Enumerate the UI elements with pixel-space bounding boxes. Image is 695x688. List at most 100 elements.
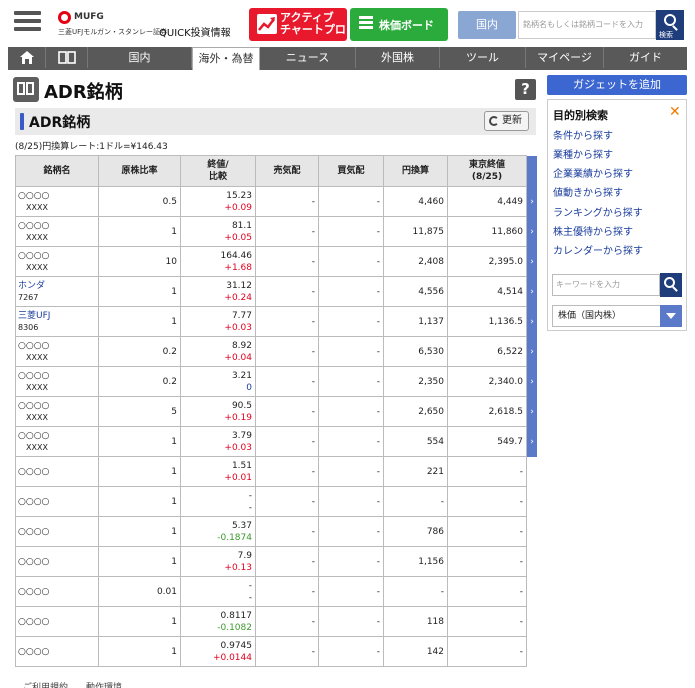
row-arrow-cell[interactable]: ›: [527, 396, 537, 427]
table-row[interactable]: ホンダ 7267 1 31.12 +0.24- -4,556 4,514 ›: [15, 276, 537, 307]
table-row[interactable]: ○○○○ 1- - - - - -: [15, 486, 537, 517]
add-gadget-button[interactable]: ガジェットを追加: [547, 75, 687, 95]
row-arrow-cell[interactable]: ›: [527, 216, 537, 247]
table-row[interactable]: ○○○○ XXXX 0.5 15.23 +0.09- -4,460 4,449 ›: [15, 186, 537, 217]
close-icon[interactable]: ✕: [669, 104, 681, 120]
stock-board-button[interactable]: 株価ボード: [350, 8, 448, 41]
table-row[interactable]: ○○○○ 1 7.9 +0.13- -1,156-: [15, 546, 537, 577]
cell-stock-name: ○○○○ XXXX: [15, 426, 99, 457]
region-selector-button[interactable]: 国内: [458, 11, 516, 39]
col-header-yen[interactable]: 円換算: [383, 155, 448, 187]
cell-stock-name[interactable]: 三菱UFJ 8306: [15, 306, 99, 337]
row-arrow-cell[interactable]: ›: [527, 306, 537, 337]
row-arrow-cell[interactable]: ›: [527, 336, 537, 367]
search-type-select[interactable]: 株価（国内株）: [552, 305, 682, 327]
row-arrow-cell[interactable]: ›: [527, 246, 537, 277]
link-search-by-industry[interactable]: 業種から探す: [553, 146, 613, 161]
row-arrow-cell: [527, 457, 537, 487]
chevron-right-icon[interactable]: ›: [527, 186, 537, 217]
table-row[interactable]: ○○○○ XXXX 1 3.79 +0.03- -554 549.7 ›: [15, 426, 537, 457]
tab-domestic[interactable]: 国内: [88, 47, 192, 68]
close-price: 164.46: [220, 250, 253, 261]
cell-ask: -: [318, 426, 384, 457]
row-arrow-cell[interactable]: ›: [527, 186, 537, 217]
tab-news[interactable]: ニュース: [260, 47, 356, 68]
cell-close-change: 3.21 0: [180, 366, 256, 397]
stock-name-link[interactable]: ホンダ: [18, 280, 95, 292]
cell-yen: 786: [383, 516, 448, 547]
link-search-by-calendar[interactable]: カレンダーから探す: [553, 242, 643, 257]
table-row[interactable]: ○○○○ 1 0.8117 -0.1082- -118-: [15, 606, 537, 637]
cell-bid: -: [255, 486, 319, 517]
chevron-right-icon[interactable]: ›: [527, 426, 537, 457]
chevron-right-icon[interactable]: ›: [527, 216, 537, 247]
col-header-bid[interactable]: 売気配: [255, 155, 319, 187]
table-row[interactable]: 三菱UFJ 8306 1 7.77 +0.03- -1,137 1,136.5 ›: [15, 306, 537, 337]
tab-tools[interactable]: ツール: [440, 47, 526, 68]
row-arrow-cell[interactable]: ›: [527, 426, 537, 457]
cell-stock-name: ○○○○ XXXX: [15, 366, 99, 397]
table-row[interactable]: ○○○○ XXXX 1 81.1 +0.05- -11,875 11,860 ›: [15, 216, 537, 247]
col-header-ratio[interactable]: 原株比率: [98, 155, 181, 187]
chevron-right-icon[interactable]: ›: [527, 366, 537, 397]
exchange-rate-note: (8/25)円換算レート:1ドル=¥146.43: [15, 142, 168, 152]
table-row[interactable]: ○○○○ 0.01- - - - - -: [15, 576, 537, 607]
table-row[interactable]: ○○○○ XXXX 10 164.46 +1.68- -2,408 2,395.0 ›: [15, 246, 537, 277]
keyword-input[interactable]: キーワードを入力: [552, 274, 660, 296]
link-search-by-ranking[interactable]: ランキングから探す: [553, 204, 643, 219]
search-input[interactable]: 銘柄名もしくは銘柄コードを入力: [518, 11, 656, 39]
table-row[interactable]: ○○○○ 1 5.37 -0.1874- -786-: [15, 516, 537, 547]
chevron-right-icon[interactable]: ›: [527, 246, 537, 277]
cell-close-change: 15.23 +0.09: [180, 186, 256, 217]
cell-close-change: 8.92 +0.04: [180, 336, 256, 367]
table-row[interactable]: ○○○○ XXXX 0.2 3.21 0- -2,350 2,340.0 ›: [15, 366, 537, 397]
chevron-right-icon[interactable]: ›: [527, 336, 537, 367]
price-change: -0.1874: [217, 532, 252, 543]
table-row[interactable]: ○○○○ XXXX 5 90.5 +0.19- -2,650 2,618.5 ›: [15, 396, 537, 427]
table-row[interactable]: ○○○○ 1 1.51 +0.01- -221-: [15, 456, 537, 487]
stock-name: ○○○○: [18, 586, 50, 597]
search-button[interactable]: 検索: [656, 10, 684, 40]
stock-code: XXXX: [26, 262, 48, 272]
cell-ratio: 0.2: [98, 366, 181, 397]
price-change: -: [248, 592, 252, 603]
stock-name-link[interactable]: 三菱UFJ: [18, 310, 95, 322]
col-header-tokyo[interactable]: 東京終値 (8/25): [447, 155, 527, 187]
hamburger-menu-icon[interactable]: [14, 11, 41, 35]
link-search-by-price-move[interactable]: 値動きから探す: [553, 184, 623, 199]
cell-stock-name: ○○○○: [15, 456, 99, 487]
book-tab[interactable]: [46, 47, 88, 68]
table-row[interactable]: ○○○○ XXXX 0.2 8.92 +0.04- -6,530 6,522 ›: [15, 336, 537, 367]
col-header-close[interactable]: 終値/比較: [180, 155, 256, 187]
chevron-right-icon[interactable]: ›: [527, 396, 537, 427]
tab-guide[interactable]: ガイド: [604, 47, 687, 68]
link-search-by-condition[interactable]: 条件から探す: [553, 127, 613, 142]
tab-overseas-fx[interactable]: 海外・為替: [192, 47, 260, 70]
col-header-name[interactable]: 銘柄名: [15, 155, 99, 187]
cell-ask: -: [318, 486, 384, 517]
help-button[interactable]: ?: [515, 79, 536, 100]
tab-foreign-stocks[interactable]: 外国株: [356, 47, 440, 68]
cell-stock-name: ○○○○: [15, 546, 99, 577]
cell-ask: -: [318, 456, 384, 487]
chevron-right-icon[interactable]: ›: [527, 306, 537, 337]
link-search-by-benefits[interactable]: 株主優待から探す: [553, 223, 633, 238]
table-row[interactable]: ○○○○ 1 0.9745 +0.0144- -142-: [15, 636, 537, 667]
close-price: 31.12: [226, 280, 252, 291]
section-header: ADR銘柄 更新: [15, 108, 536, 135]
active-chart-pro-button[interactable]: アクティブ チャートプロ: [249, 8, 347, 41]
link-search-by-earnings[interactable]: 企業業績から探す: [553, 165, 633, 180]
chevron-right-icon[interactable]: ›: [527, 276, 537, 307]
home-tab[interactable]: [8, 47, 46, 68]
cell-stock-name[interactable]: ホンダ 7267: [15, 276, 99, 307]
cell-close-change: 7.9 +0.13: [180, 546, 256, 577]
row-arrow-cell[interactable]: ›: [527, 366, 537, 397]
refresh-button[interactable]: 更新: [484, 111, 529, 131]
keyword-search-button[interactable]: [660, 273, 682, 297]
footer-links[interactable]: ご利用規約 動作環境: [23, 680, 122, 688]
tab-mypage[interactable]: マイページ: [526, 47, 604, 68]
price-change: +0.03: [224, 442, 252, 453]
col-header-ask[interactable]: 買気配: [318, 155, 384, 187]
row-arrow-cell[interactable]: ›: [527, 276, 537, 307]
logo[interactable]: MUFG 三菱UFJモルガン・スタンレー証券 QUICK投資情報: [58, 9, 238, 39]
